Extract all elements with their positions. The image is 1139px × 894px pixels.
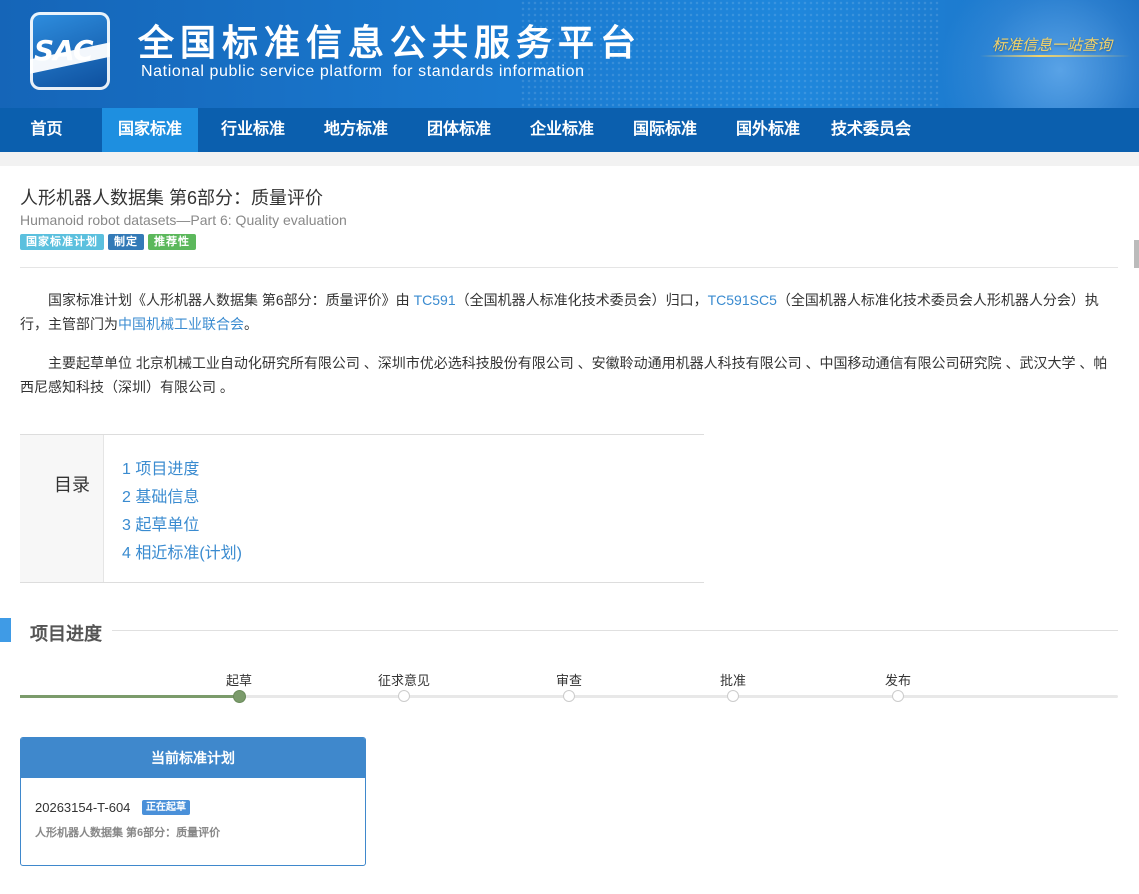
page-title: 人形机器人数据集 第6部分：质量评价 — [20, 188, 324, 208]
plan-name: 人形机器人数据集 第6部分：质量评价 — [35, 827, 221, 839]
nav-item-technical-committees[interactable]: 技术委员会 — [823, 108, 919, 152]
progress-track-complete — [20, 695, 239, 698]
drafting-units-paragraph: 主要起草单位 北京机械工业自动化研究所有限公司 、深圳市优必选科技股份有限公司 … — [20, 355, 1108, 395]
tc591sc5-link[interactable]: TC591SC5 — [708, 292, 777, 308]
step-dot-draft — [233, 690, 246, 703]
intro-text-end: 。 — [244, 316, 258, 332]
toc-link-basic-info[interactable]: 2 基础信息 — [122, 483, 199, 507]
step-label-draft: 起草 — [225, 673, 253, 688]
nav-item-national-standards[interactable]: 国家标准 — [102, 108, 198, 152]
main-nav: 首页 国家标准 行业标准 地方标准 团体标准 企业标准 国际标准 国外标准 技术… — [0, 108, 1139, 152]
site-title-cn: 全国标准信息公共服务平台 — [138, 23, 643, 64]
step-dot-publish — [892, 690, 904, 702]
intro-text-mid1: （全国机器人标准化技术委员会）归口， — [455, 292, 708, 308]
nav-item-international-standards[interactable]: 国际标准 — [617, 108, 713, 152]
nav-item-industry-standards[interactable]: 行业标准 — [205, 108, 301, 152]
site-header: SAC 全国标准信息公共服务平台 National public service… — [0, 0, 1139, 108]
intro-text-prefix: 国家标准计划《人形机器人数据集 第6部分：质量评价》由 — [48, 292, 414, 308]
current-plan-card[interactable]: 当前标准计划 20263154-T-604 正在起草 人形机器人数据集 第6部分… — [20, 737, 366, 866]
step-label-comment: 征求意见 — [377, 673, 431, 688]
nav-item-enterprise-standards[interactable]: 企业标准 — [514, 108, 610, 152]
site-title-en: National public service platform for sta… — [141, 63, 585, 80]
toc-label-cell: 目录 — [20, 435, 104, 582]
logo-text: SAC — [34, 34, 94, 67]
page-subtitle: Humanoid robot datasets—Part 6: Quality … — [20, 212, 347, 228]
table-of-contents: 目录 1 项目进度 2 基础信息 3 起草单位 4 相近标准(计划) — [20, 434, 704, 583]
section-marker — [0, 618, 11, 642]
step-dot-comment — [398, 690, 410, 702]
intro-paragraph: 国家标准计划《人形机器人数据集 第6部分：质量评价》由 TC591（全国机器人标… — [20, 288, 1116, 336]
toc-link-progress[interactable]: 1 项目进度 — [122, 455, 199, 479]
nav-shadow — [0, 152, 1139, 166]
section-title-progress: 项目进度 — [30, 624, 102, 644]
step-dot-review — [563, 690, 575, 702]
scrollbar-thumb[interactable] — [1134, 240, 1139, 268]
status-badge: 正在起草 — [142, 800, 190, 815]
step-label-approve: 批准 — [719, 673, 747, 688]
step-dot-approve — [727, 690, 739, 702]
tag-national-plan: 国家标准计划 — [20, 234, 104, 250]
slogan-underline — [980, 55, 1130, 57]
tc591-link[interactable]: TC591 — [414, 292, 456, 308]
divider — [20, 267, 1118, 268]
tag-formulate: 制定 — [108, 234, 144, 250]
nav-item-local-standards[interactable]: 地方标准 — [308, 108, 404, 152]
plan-code: 20263154-T-604 — [35, 800, 131, 815]
tag-group: 国家标准计划 制定 推荐性 — [20, 234, 196, 250]
toc-link-drafting-units[interactable]: 3 起草单位 — [122, 511, 199, 535]
sac-logo[interactable]: SAC — [30, 12, 110, 90]
site-slogan: 标准信息一站查询 — [992, 36, 1113, 54]
nav-item-foreign-standards[interactable]: 国外标准 — [720, 108, 816, 152]
step-label-publish: 发布 — [884, 673, 912, 688]
department-link[interactable]: 中国机械工业联合会 — [118, 316, 244, 332]
step-label-review: 审查 — [555, 673, 583, 688]
card-header: 当前标准计划 — [21, 738, 365, 778]
toc-label: 目录 — [54, 475, 90, 495]
tag-recommended: 推荐性 — [148, 234, 196, 250]
section-divider — [112, 630, 1118, 631]
nav-item-group-standards[interactable]: 团体标准 — [411, 108, 507, 152]
toc-link-related-standards[interactable]: 4 相近标准(计划) — [122, 539, 242, 563]
nav-item-home[interactable]: 首页 — [0, 108, 93, 152]
